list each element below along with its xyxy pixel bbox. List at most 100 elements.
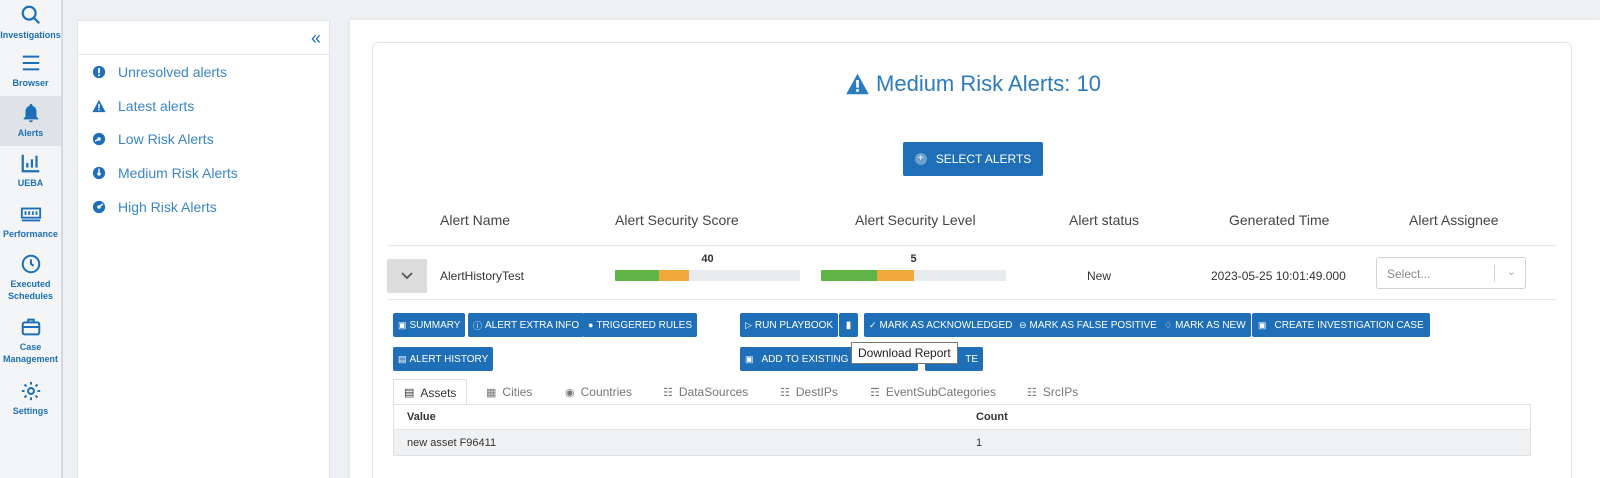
menu-icon [22,55,39,71]
gauge-low-icon [92,132,106,146]
file-icon: ▮ [845,319,852,331]
security-level-bar [821,270,1006,281]
sidebar-item-medium-risk[interactable]: Medium Risk Alerts [92,165,238,181]
column-header-status[interactable]: Alert status [1069,212,1139,228]
download-report-button[interactable]: ▮ [839,313,858,337]
triggered-rules-button[interactable]: ● TRIGGERED RULES [583,313,698,337]
network-icon: ☷ [1027,386,1037,399]
column-header-alert-name[interactable]: Alert Name [440,212,510,228]
create-investigation-case-button[interactable]: ▣ CREATE INVESTIGATION CASE [1252,313,1430,337]
mark-acknowledged-button[interactable]: ✓ MARK AS ACKNOWLEDGED [864,313,1018,337]
security-score-bar [615,270,800,281]
briefcase-icon: ▣ [1258,319,1267,330]
column-header-generated-time[interactable]: Generated Time [1229,212,1329,228]
tab-datasources[interactable]: ☷ DataSources [663,379,748,405]
sitemap-icon: ☷ [663,386,673,399]
alert-status: New [1087,269,1112,283]
security-score: 40 [615,253,800,281]
table-header: Value Count [394,405,1530,430]
clock-icon [21,254,40,274]
tab-destips[interactable]: ☷ DestIPs [780,379,838,405]
security-level: 5 [821,253,1006,281]
sidebar-item-unresolved[interactable]: Unresolved alerts [92,64,227,80]
bell-icon [23,103,38,123]
minus-circle-icon: ⊖ [1019,319,1027,330]
chevron-down-icon: ⌄ [1506,266,1516,278]
exclamation-circle-icon [92,65,106,79]
column-header-count[interactable]: Count [976,411,1008,423]
column-header-security-level[interactable]: Alert Security Level [855,212,976,228]
tab-cities[interactable]: ▦ Cities [486,379,532,405]
rail-item-browser[interactable]: Browser [0,52,61,89]
alert-name: AlertHistoryTest [440,269,525,283]
sidebar-item-latest[interactable]: Latest alerts [92,98,194,114]
header-divider [387,245,1557,246]
rail-item-alerts[interactable]: Alerts [0,96,61,146]
mark-as-new-button[interactable]: ♢ MARK AS NEW [1159,313,1251,337]
server-icon: ▤ [404,387,415,399]
alert-history-button[interactable]: ▤ ALERT HISTORY [393,347,494,371]
fire-icon: ● [588,320,594,330]
check-icon: ✓ [869,319,877,330]
plus-icon: + [914,153,927,165]
assignee-select[interactable]: Select... ⌄ [1376,257,1526,289]
play-icon: ▷ [745,319,752,330]
gear-icon [21,381,40,401]
run-playbook-button[interactable]: ▷ RUN PLAYBOOK [740,313,839,337]
rail-item-ueba[interactable]: UEBA [0,152,61,189]
select-separator [1494,265,1495,282]
memory-icon [20,207,41,222]
table-cell-count: 1 [976,436,983,449]
security-level-value: 5 [910,253,917,265]
alerts-card: Medium Risk Alerts: 10 + SELECT ALERTS A… [372,42,1572,478]
warning-triangle-icon [846,73,869,95]
gauge-high-icon [92,200,106,214]
rail-item-settings[interactable]: Settings [0,380,61,417]
clipboard-icon: ▣ [398,319,407,330]
globe-icon: ◉ [565,386,575,399]
building-icon: ▦ [486,386,497,399]
bell-icon: ♢ [1164,319,1173,330]
collapse-icon[interactable]: « [311,28,321,49]
rail-item-executed-schedules[interactable]: Executed Schedules [0,253,61,302]
table-row[interactable]: new asset F96411 1 [394,430,1530,455]
level-bar-orange [877,270,914,281]
generated-time: 2023-05-25 10:01:49.000 [1211,269,1346,283]
alerts-sidebar: « Unresolved alerts Latest alerts Low Ri… [77,20,330,478]
search-icon [21,5,40,25]
warning-triangle-icon [92,99,106,113]
column-header-assignee[interactable]: Alert Assignee [1409,212,1499,228]
tab-eventsubcategories[interactable]: ☶ EventSubCategories [870,379,996,405]
briefcase-icon: ▣ [745,353,754,364]
project-diagram-icon: ☶ [870,386,880,399]
history-icon: ▤ [398,353,407,364]
sidebar-item-high-risk[interactable]: High Risk Alerts [92,199,217,215]
mark-false-positive-button[interactable]: ⊖ MARK AS FALSE POSITIVE [1014,313,1162,337]
column-header-security-score[interactable]: Alert Security Score [615,212,739,228]
page-title: Medium Risk Alerts: 10 [373,71,1573,97]
table-cell-value: new asset F96411 [407,436,497,449]
info-icon: ⓘ [473,320,483,331]
chart-icon [21,154,39,173]
sidebar-header: « [78,21,329,55]
rail-item-performance[interactable]: Performance [0,203,61,240]
sidebar-item-low-risk[interactable]: Low Risk Alerts [92,131,214,147]
tab-srcips[interactable]: ☷ SrcIPs [1027,379,1078,405]
alert-extra-info-button[interactable]: ⓘ ALERT EXTRA INFO [468,313,585,337]
briefcase-icon [21,318,40,336]
assets-table: Value Count new asset F96411 1 [393,404,1531,456]
download-report-tooltip: Download Report [851,342,958,364]
column-header-value[interactable]: Value [407,411,436,423]
select-alerts-button[interactable]: + SELECT ALERTS [903,142,1043,176]
network-icon: ☷ [780,386,790,399]
chevron-down-icon [401,272,413,280]
rail-item-case-management[interactable]: Case Management [0,316,61,365]
tab-assets[interactable]: ▤ Assets [393,379,468,405]
gauge-medium-icon [92,166,106,180]
expand-row-button[interactable] [387,259,427,293]
summary-button[interactable]: ▣ SUMMARY [393,313,466,337]
tab-countries[interactable]: ◉ Countries [565,379,632,405]
score-bar-green [615,270,659,281]
security-score-value: 40 [701,253,714,265]
rail-item-investigations[interactable]: Investigations [0,4,61,41]
